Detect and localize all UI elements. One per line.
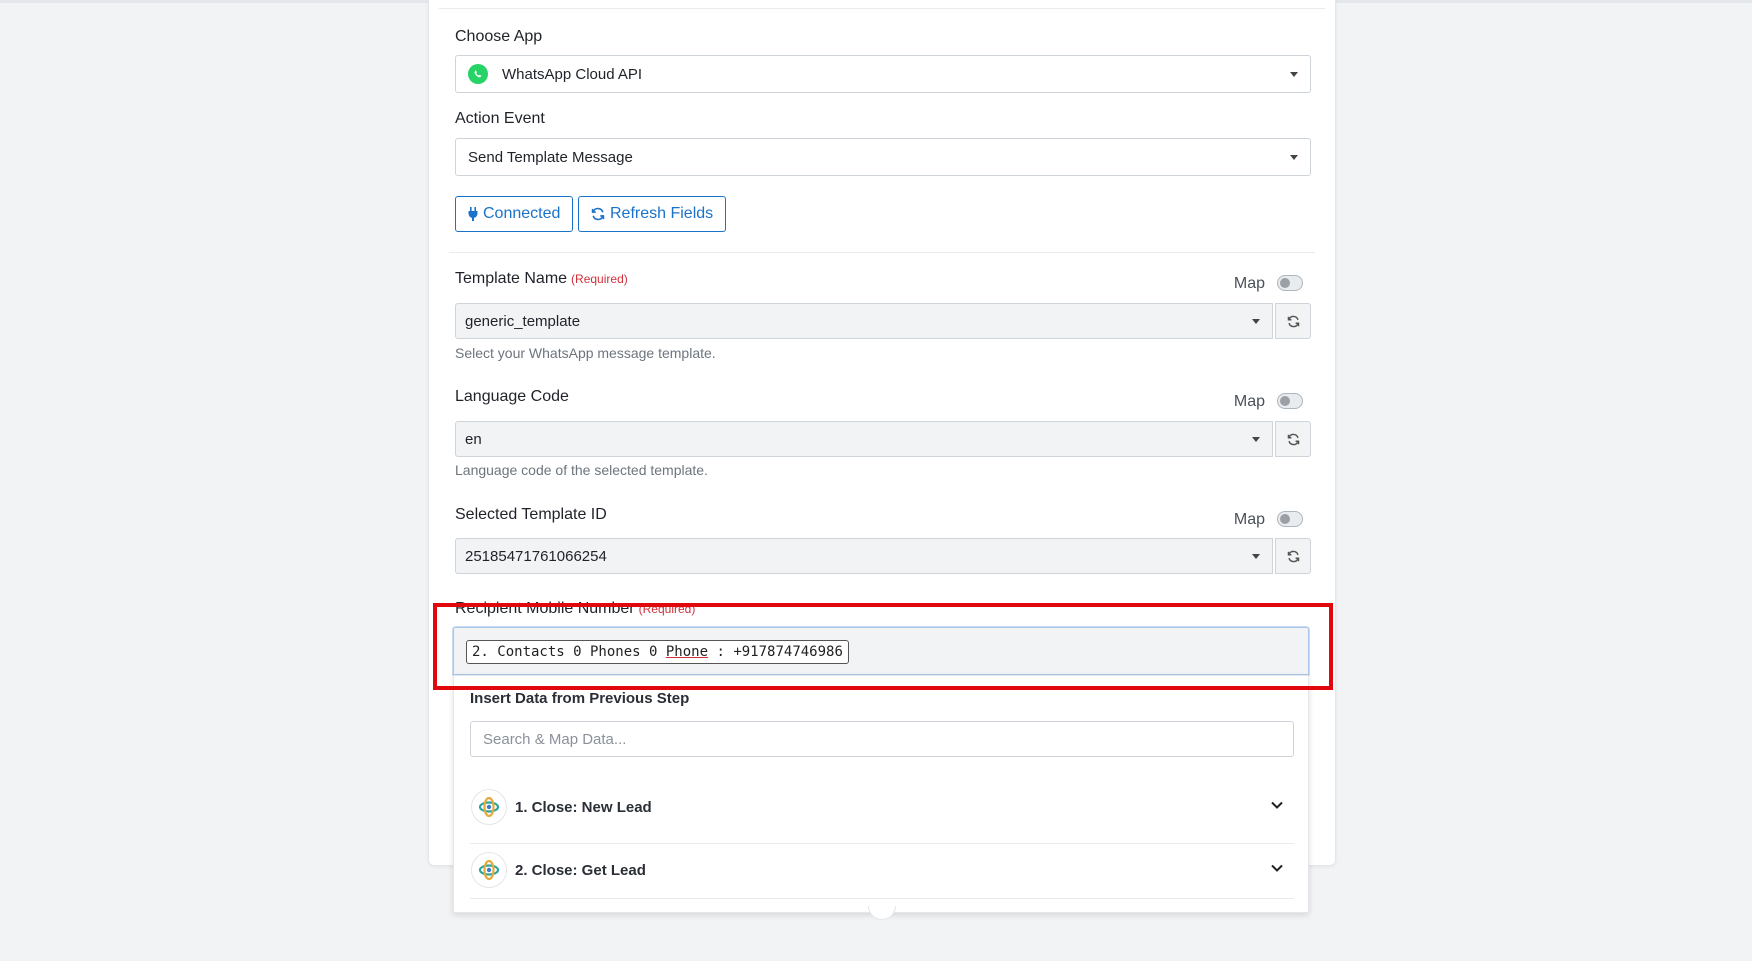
- language-code-hint: Language code of the selected template.: [455, 462, 708, 478]
- chevron-down-icon: [1290, 155, 1298, 160]
- language-code-label: Language Code: [455, 388, 569, 405]
- template-name-value: generic_template: [465, 312, 581, 330]
- language-code-map-label: Map: [1233, 393, 1265, 410]
- chevron-down-icon: [1252, 554, 1260, 559]
- action-event-value: Send Template Message: [468, 148, 633, 166]
- template-name-select[interactable]: generic_template: [455, 303, 1273, 339]
- section-divider: [449, 252, 1315, 253]
- chevron-down-icon: [1271, 801, 1283, 809]
- connected-label: Connected: [483, 205, 561, 222]
- refresh-fields-button[interactable]: Refresh Fields: [578, 196, 727, 232]
- template-id-refresh-button[interactable]: [1275, 538, 1311, 574]
- connector-handle: [868, 906, 896, 920]
- chevron-down-icon: [1252, 319, 1260, 324]
- language-code-select[interactable]: en: [455, 421, 1273, 457]
- language-code-map-toggle[interactable]: [1277, 393, 1303, 409]
- refresh-icon: [591, 207, 605, 221]
- language-code-refresh-button[interactable]: [1275, 421, 1311, 457]
- template-name-label-text: Template Name: [455, 270, 568, 287]
- choose-app-select[interactable]: WhatsApp Cloud API: [455, 55, 1311, 93]
- refresh-icon: [1287, 315, 1299, 327]
- step-item-label: 2. Close: Get Lead: [515, 861, 646, 879]
- template-name-refresh-button[interactable]: [1275, 303, 1311, 339]
- refresh-fields-label: Refresh Fields: [610, 205, 714, 222]
- card-top-divider: [439, 8, 1325, 9]
- template-name-map-toggle[interactable]: [1277, 275, 1303, 291]
- recipient-mobile-input[interactable]: 2. Contacts 0 Phones 0 Phone : +91787474…: [453, 627, 1309, 675]
- required-badge: (Required): [638, 602, 696, 616]
- action-event-label: Action Event: [455, 110, 545, 127]
- insert-data-dropdown: Insert Data from Previous Step 1. Close:…: [453, 675, 1309, 913]
- template-name-label: Template Name (Required): [455, 270, 628, 288]
- chip-suffix: : +917874746986: [708, 644, 843, 660]
- connected-button[interactable]: Connected: [455, 196, 574, 232]
- insert-data-title: Insert Data from Previous Step: [470, 690, 690, 707]
- refresh-icon: [1287, 433, 1299, 445]
- refresh-icon: [1287, 550, 1299, 562]
- close-app-icon: [471, 789, 507, 825]
- recipient-label-text: Recipient Mobile Number: [455, 600, 635, 617]
- template-name-map-label: Map: [1233, 275, 1265, 292]
- chevron-down-icon: [1290, 72, 1298, 77]
- close-app-icon: [471, 852, 507, 888]
- choose-app-label: Choose App: [455, 28, 543, 45]
- step-divider: [470, 898, 1294, 899]
- chip-prefix: 2. Contacts 0 Phones 0: [472, 644, 666, 660]
- template-name-hint: Select your WhatsApp message template.: [455, 345, 716, 361]
- recipient-label: Recipient Mobile Number (Required): [455, 600, 695, 618]
- step-item-close-new-lead[interactable]: 1. Close: New Lead: [470, 780, 1294, 834]
- whatsapp-icon: [468, 64, 488, 84]
- template-id-map-label: Map: [1233, 511, 1265, 528]
- template-id-map-toggle[interactable]: [1277, 511, 1303, 527]
- chip-underlined: Phone: [665, 644, 709, 660]
- template-id-value: 25185471761066254: [465, 547, 607, 565]
- action-event-select[interactable]: Send Template Message: [455, 138, 1311, 176]
- step-item-close-get-lead[interactable]: 2. Close: Get Lead: [470, 843, 1294, 897]
- step-item-label: 1. Close: New Lead: [515, 798, 652, 816]
- chevron-down-icon: [1252, 437, 1260, 442]
- map-data-search-input[interactable]: [470, 721, 1294, 757]
- choose-app-value: WhatsApp Cloud API: [502, 65, 643, 83]
- template-id-label: Selected Template ID: [455, 506, 607, 523]
- required-badge: (Required): [571, 272, 628, 286]
- template-id-select[interactable]: 25185471761066254: [455, 538, 1273, 574]
- chevron-down-icon: [1271, 864, 1283, 872]
- language-code-value: en: [465, 430, 482, 448]
- mapped-data-chip[interactable]: 2. Contacts 0 Phones 0 Phone : +91787474…: [466, 640, 849, 664]
- plug-icon: [468, 207, 478, 221]
